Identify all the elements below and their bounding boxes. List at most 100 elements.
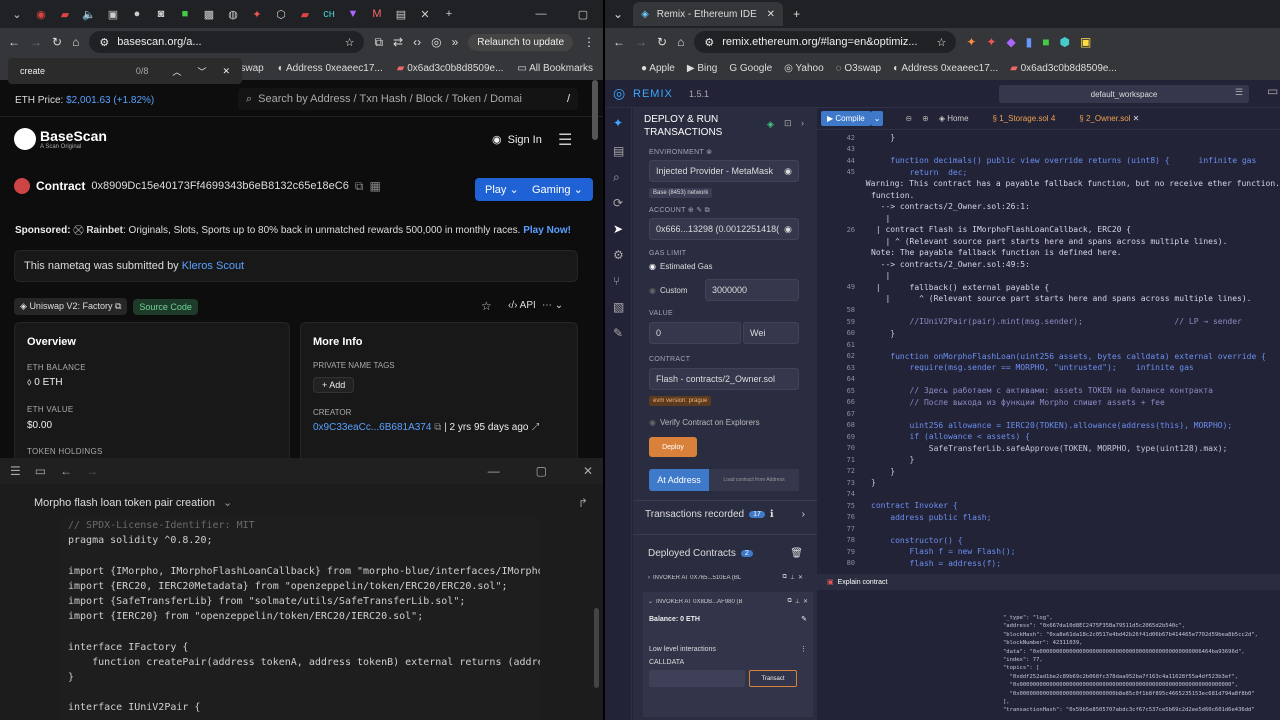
tab-icon[interactable]: ▰ [54,5,76,23]
nametag-link[interactable]: Kleros Scout [182,260,244,272]
menu-dots-icon[interactable]: ⋮ [583,35,595,49]
compiler-icon[interactable]: ⟳ [613,196,623,210]
extension-icon[interactable]: ⬢ [1060,35,1070,49]
tab-icon[interactable]: ◉ [30,5,52,23]
close-icon[interactable]: ✕ [803,598,808,605]
sign-in-link[interactable]: ◉ Sign In [492,133,542,147]
verify-checkbox[interactable]: ◉ Verify Contract on Explorers [649,418,760,427]
extension-icon[interactable]: ▮ [1026,35,1033,49]
docs-icon[interactable]: ▧ [613,300,624,314]
tab-audio-icon[interactable]: 🔈 [78,5,100,23]
new-tab-icon[interactable]: + [793,7,800,21]
site-info-icon[interactable]: ⚙ [704,36,714,49]
find-close-icon[interactable]: ✕ [222,66,230,77]
bookmark-item[interactable]: G Google [729,63,772,74]
copy-icon[interactable]: ⧉ [787,598,791,605]
docs-icon[interactable]: ⊡ [784,118,792,129]
play-button[interactable]: Play ⌄ [475,178,529,201]
close-icon[interactable]: ✕ [583,464,593,478]
tab-close-icon[interactable]: ✕ [767,9,775,20]
transact-button[interactable]: Transact [749,670,797,687]
close-icon[interactable]: ✕ [798,574,803,581]
back-icon[interactable]: ← [613,35,625,49]
compile-options-icon[interactable]: ⌄ [870,111,884,126]
deploy-plugin-icon[interactable]: ✦ [613,116,623,130]
zoom-in-icon[interactable]: ⊕ [922,114,929,123]
tab-close-icon[interactable]: ✕ [414,5,436,23]
creator-address[interactable]: 0x9C33eaCc...6B681A374 [313,422,431,433]
chevron-right-icon[interactable]: › [801,118,804,128]
tab-icon[interactable]: ◙ [150,5,172,23]
share-icon[interactable]: ↱ [578,496,588,510]
copy-icon[interactable]: ⧉ [782,574,786,581]
star-icon[interactable]: ☆ [345,36,355,49]
extension-icon[interactable]: ✦ [986,35,996,49]
tab-icon[interactable]: ▩ [198,5,220,23]
layout-icon[interactable]: ▭ [1267,84,1278,98]
zoom-out-icon[interactable]: ⊖ [905,114,912,123]
tab-icon[interactable]: ▼ [342,5,364,23]
site-info-icon[interactable]: ⚙ [99,36,109,49]
tab-icon[interactable]: ✦ [246,5,268,23]
url-field[interactable]: ⚙ remix.ethereum.org/#lang=en&optimiz...… [694,31,957,53]
tab-icon[interactable]: ᴄʜ [318,5,340,23]
bookmark-item[interactable]: ◎ Yahoo [784,63,824,74]
maximize-icon[interactable]: ▢ [563,5,603,23]
source-code-tag[interactable]: Source Code [133,298,198,315]
scrollbar[interactable] [592,80,598,140]
maximize-icon[interactable]: ▢ [536,464,547,478]
conversation-title[interactable]: Morpho flash loan token pair creation ⌄ [34,496,232,510]
bookmark-item[interactable]: ▰ 0x6ad3c0b8d8509e... [1010,63,1117,74]
new-tab-icon[interactable]: + [438,5,460,23]
contract-select[interactable]: Flash - contracts/2_Owner.sol [649,368,799,390]
scrollbar[interactable] [594,608,599,688]
tab-icon[interactable]: ▰ [294,5,316,23]
compile-button[interactable]: ▶ Compile [821,111,871,126]
bookmark-item[interactable]: ◐ Address 0xeaeec17... [893,63,998,74]
find-input[interactable]: create [20,66,136,76]
forward-icon[interactable]: → [635,35,647,49]
bookmark-item[interactable]: ◌ O3swap [836,63,881,74]
extension-icon[interactable]: ◆ [1006,35,1015,49]
tab-storage[interactable]: § 1_Storage.sol 4 [993,114,1056,123]
calldata-input[interactable] [649,670,745,687]
tab-remix[interactable]: ◈ Remix - Ethereum IDE ✕ [633,2,784,26]
value-unit-select[interactable]: Wei [743,322,799,344]
trash-icon[interactable]: 🗑 [790,548,803,559]
sidebar-toggle-icon[interactable]: ▭ [35,464,46,478]
code-icon[interactable]: ‹› [413,35,421,49]
more-options-button[interactable]: ⋯ ⌄ [542,300,563,311]
gaming-button[interactable]: Gaming ⌄ [522,178,593,201]
debugger-icon[interactable]: ⚙ [613,248,624,262]
estimated-gas-radio[interactable]: ◉ Estimated Gas [649,262,712,271]
bookmark-item[interactable]: ▰ 0x6ad3c0b8d8509e... [397,63,504,74]
tab-icon[interactable]: ▤ [390,5,412,23]
profile-icon[interactable]: ◎ [431,35,441,49]
api-button[interactable]: ‹/› API [508,300,536,311]
creator-time[interactable]: 2 yrs 95 days ago [450,422,529,433]
tab-home[interactable]: ◈ Home [939,114,969,123]
transactions-recorded[interactable]: Transactions recorded 17 ℹ › [645,509,805,520]
instance-row[interactable]: ⌄ INVOKER AT 0X8DB...AF980 (B ⧉ ⊥ ✕ [643,592,813,611]
search-input[interactable]: ⌕ Search by Address / Txn Hash / Block /… [238,88,578,110]
find-prev-icon[interactable]: ︿ [172,65,181,78]
edit-icon[interactable]: ✎ [801,615,807,623]
minimize-icon[interactable]: — [521,5,561,23]
more-ext-icon[interactable]: » [452,35,459,49]
tab-github-icon[interactable]: ● [126,5,148,23]
extension-icon[interactable]: ✦ [966,35,976,49]
explain-contract-button[interactable]: Explain contract [838,579,888,586]
search-icon[interactable]: ⌕ [613,170,620,185]
value-input[interactable]: 0 [649,322,741,344]
star-icon[interactable]: ☆ [936,36,946,49]
tab-icon[interactable]: ▣ [102,5,124,23]
workspace-menu-icon[interactable]: ☰ [1235,87,1243,98]
git-icon[interactable]: ⑂ [613,274,620,288]
menu-icon[interactable]: ☰ [10,464,21,478]
custom-gas-radio[interactable]: ◉ Custom [649,286,688,295]
reload-icon[interactable]: ↻ [657,35,667,49]
extension-icon[interactable]: ▣ [1080,35,1091,49]
copy-icon[interactable]: ⧉ [355,179,364,194]
back-icon[interactable]: ← [60,464,72,478]
deploy-run-icon[interactable]: ➤ [613,222,623,236]
